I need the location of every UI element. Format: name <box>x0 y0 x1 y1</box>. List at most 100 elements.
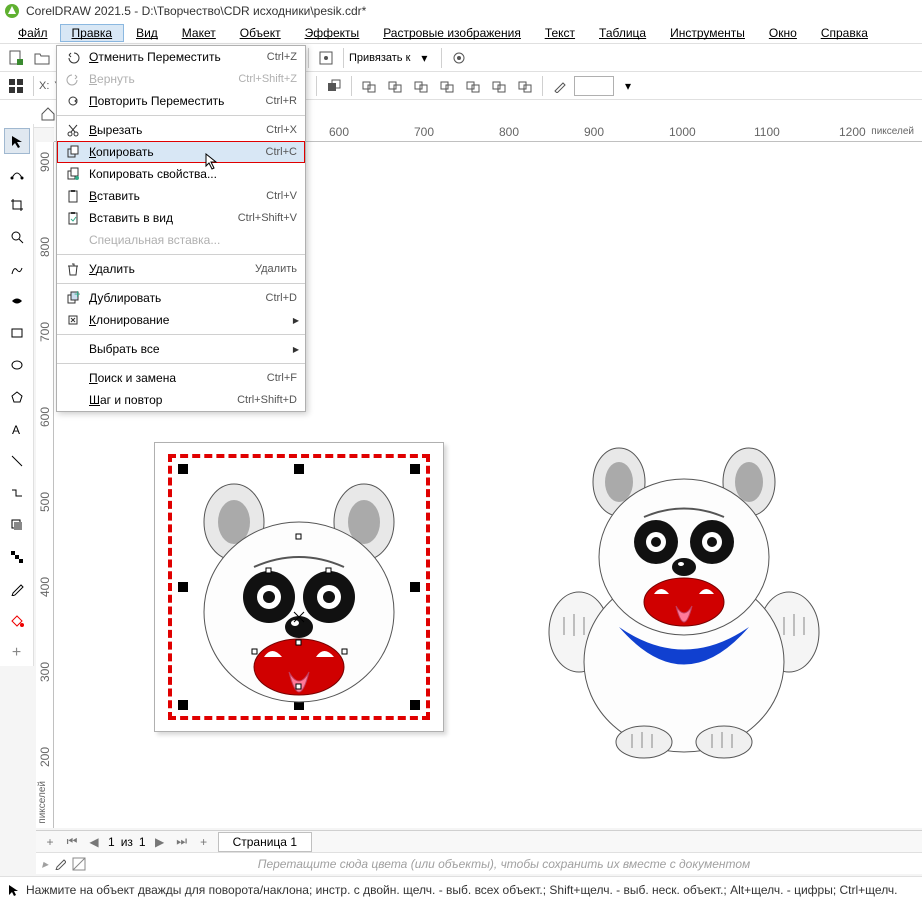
edit-dropdown: Отменить ПереместитьCtrl+ZВернутьCtrl+Sh… <box>56 45 306 412</box>
front-minus-back-button[interactable] <box>461 74 485 98</box>
back-minus-front-button[interactable] <box>487 74 511 98</box>
boundary-button[interactable] <box>513 74 537 98</box>
menu-item-шаг-и-повтор[interactable]: Шаг и повторCtrl+Shift+D <box>57 389 305 411</box>
order-front-button[interactable] <box>322 74 346 98</box>
menu-item-label: Специальная вставка... <box>85 233 297 247</box>
menu-layout[interactable]: Макет <box>170 24 228 42</box>
copy-icon <box>61 145 85 159</box>
menu-item-вставить-в-вид[interactable]: Вставить в видCtrl+Shift+V <box>57 207 305 229</box>
open-button[interactable] <box>30 46 54 70</box>
status-text: Нажмите на объект дважды для поворота/на… <box>26 883 898 897</box>
menu-item-выбрать-все[interactable]: Выбрать все▶ <box>57 338 305 360</box>
zoom-tool[interactable] <box>4 224 30 250</box>
ruler-tick: 900 <box>584 125 604 139</box>
weld-button[interactable] <box>357 74 381 98</box>
copyprops-icon <box>61 167 85 181</box>
page-tab-1[interactable]: Страница 1 <box>218 832 312 852</box>
outline-width-field[interactable] <box>574 76 614 96</box>
page-add-after[interactable]: + <box>196 834 212 850</box>
page-next[interactable]: ▶ <box>152 834 168 850</box>
menu-item-shortcut: Ctrl+V <box>266 190 297 202</box>
preset-button[interactable] <box>4 74 28 98</box>
page-first[interactable]: ⏮ <box>64 834 80 850</box>
palette-hint: Перетащите сюда цвета (или объекты), что… <box>92 857 916 871</box>
menu-object[interactable]: Объект <box>228 24 293 42</box>
polygon-tool[interactable] <box>4 384 30 410</box>
palette-arrow[interactable]: ▸ <box>42 857 48 871</box>
menu-item-label: Вырезать <box>85 123 266 137</box>
trim-button[interactable] <box>383 74 407 98</box>
menu-item-копировать-свойства-[interactable]: Копировать свойства... <box>57 163 305 185</box>
selection-handle-w[interactable] <box>178 582 188 592</box>
outline-pen-button[interactable] <box>548 74 572 98</box>
plus-tool[interactable]: + <box>4 640 30 666</box>
selection-handle-nw[interactable] <box>178 464 188 474</box>
options-button[interactable] <box>314 46 338 70</box>
menu-table[interactable]: Таблица <box>587 24 658 42</box>
menu-item-повторить-переместить[interactable]: Повторить ПереместитьCtrl+R <box>57 90 305 112</box>
fill-tool[interactable] <box>4 608 30 634</box>
menu-effects[interactable]: Эффекты <box>293 24 372 42</box>
menu-text[interactable]: Текст <box>533 24 587 42</box>
dimension-tool[interactable] <box>4 448 30 474</box>
menu-item-удалить[interactable]: УдалитьУдалить <box>57 258 305 280</box>
menu-view[interactable]: Вид <box>124 24 170 42</box>
ruler-tick: 300 <box>38 662 52 682</box>
rectangle-tool[interactable] <box>4 320 30 346</box>
menu-item-копировать[interactable]: КопироватьCtrl+C <box>57 141 305 163</box>
menu-edit[interactable]: Правка <box>60 24 125 42</box>
cursor-hint-icon <box>6 883 20 897</box>
crop-tool[interactable] <box>4 192 30 218</box>
menu-window[interactable]: Окно <box>757 24 809 42</box>
menu-file[interactable]: Файл <box>6 24 60 42</box>
page-total: 1 <box>139 835 146 849</box>
settings-button[interactable] <box>447 46 471 70</box>
menu-tools[interactable]: Инструменты <box>658 24 757 42</box>
new-doc-button[interactable] <box>4 46 28 70</box>
toolbox: A + <box>0 124 34 666</box>
menu-item-label: Удалить <box>85 262 255 276</box>
menu-help[interactable]: Справка <box>809 24 880 42</box>
connector-tool[interactable] <box>4 480 30 506</box>
simplify-button[interactable] <box>435 74 459 98</box>
ellipse-tool[interactable] <box>4 352 30 378</box>
selection-handle-sw[interactable] <box>178 700 188 710</box>
shape-tool[interactable] <box>4 160 30 186</box>
menu-item-вырезать[interactable]: ВырезатьCtrl+X <box>57 119 305 141</box>
menu-item-поиск-и-замена[interactable]: Поиск и заменаCtrl+F <box>57 367 305 389</box>
snap-dropdown[interactable]: ▾ <box>412 46 436 70</box>
intersect-button[interactable] <box>409 74 433 98</box>
menu-item-label: Вернуть <box>85 72 238 86</box>
artwork-dog-full[interactable] <box>534 442 834 762</box>
page-current: 1 <box>108 835 115 849</box>
menu-item-shortcut: Ctrl+X <box>266 124 297 136</box>
freehand-tool[interactable] <box>4 256 30 282</box>
selection-handle-ne[interactable] <box>410 464 420 474</box>
page-prev[interactable]: ◀ <box>86 834 102 850</box>
artistic-media-tool[interactable] <box>4 288 30 314</box>
menu-item-вставить[interactable]: ВставитьCtrl+V <box>57 185 305 207</box>
snap-label: Привязать к <box>349 52 410 64</box>
no-fill-swatch[interactable] <box>72 857 86 871</box>
text-tool[interactable]: A <box>4 416 30 442</box>
menu-item-shortcut: Удалить <box>255 263 297 275</box>
menu-item-вернуть: ВернутьCtrl+Shift+Z <box>57 68 305 90</box>
ruler-tick: 1000 <box>669 125 696 139</box>
drop-shadow-tool[interactable] <box>4 512 30 538</box>
selection-handle-e[interactable] <box>410 582 420 592</box>
ruler-tick: 800 <box>38 237 52 257</box>
artwork-dog-face-selected[interactable] <box>194 472 404 712</box>
menu-item-дублировать[interactable]: +ДублироватьCtrl+D <box>57 287 305 309</box>
pick-tool[interactable] <box>4 128 30 154</box>
menu-item-отменить-переместить[interactable]: Отменить ПереместитьCtrl+Z <box>57 46 305 68</box>
eyedropper-tool[interactable] <box>4 576 30 602</box>
page-last[interactable]: ⏭ <box>174 834 190 850</box>
transparency-tool[interactable] <box>4 544 30 570</box>
page-add-before[interactable]: + <box>42 834 58 850</box>
outline-dropdown[interactable]: ▾ <box>616 74 640 98</box>
menu-bitmaps[interactable]: Растровые изображения <box>371 24 533 42</box>
eyedropper-icon[interactable] <box>54 858 66 870</box>
menu-item-клонирование[interactable]: Клонирование▶ <box>57 309 305 331</box>
document-palette[interactable]: ▸ Перетащите сюда цвета (или объекты), ч… <box>36 852 922 874</box>
selection-handle-se[interactable] <box>410 700 420 710</box>
